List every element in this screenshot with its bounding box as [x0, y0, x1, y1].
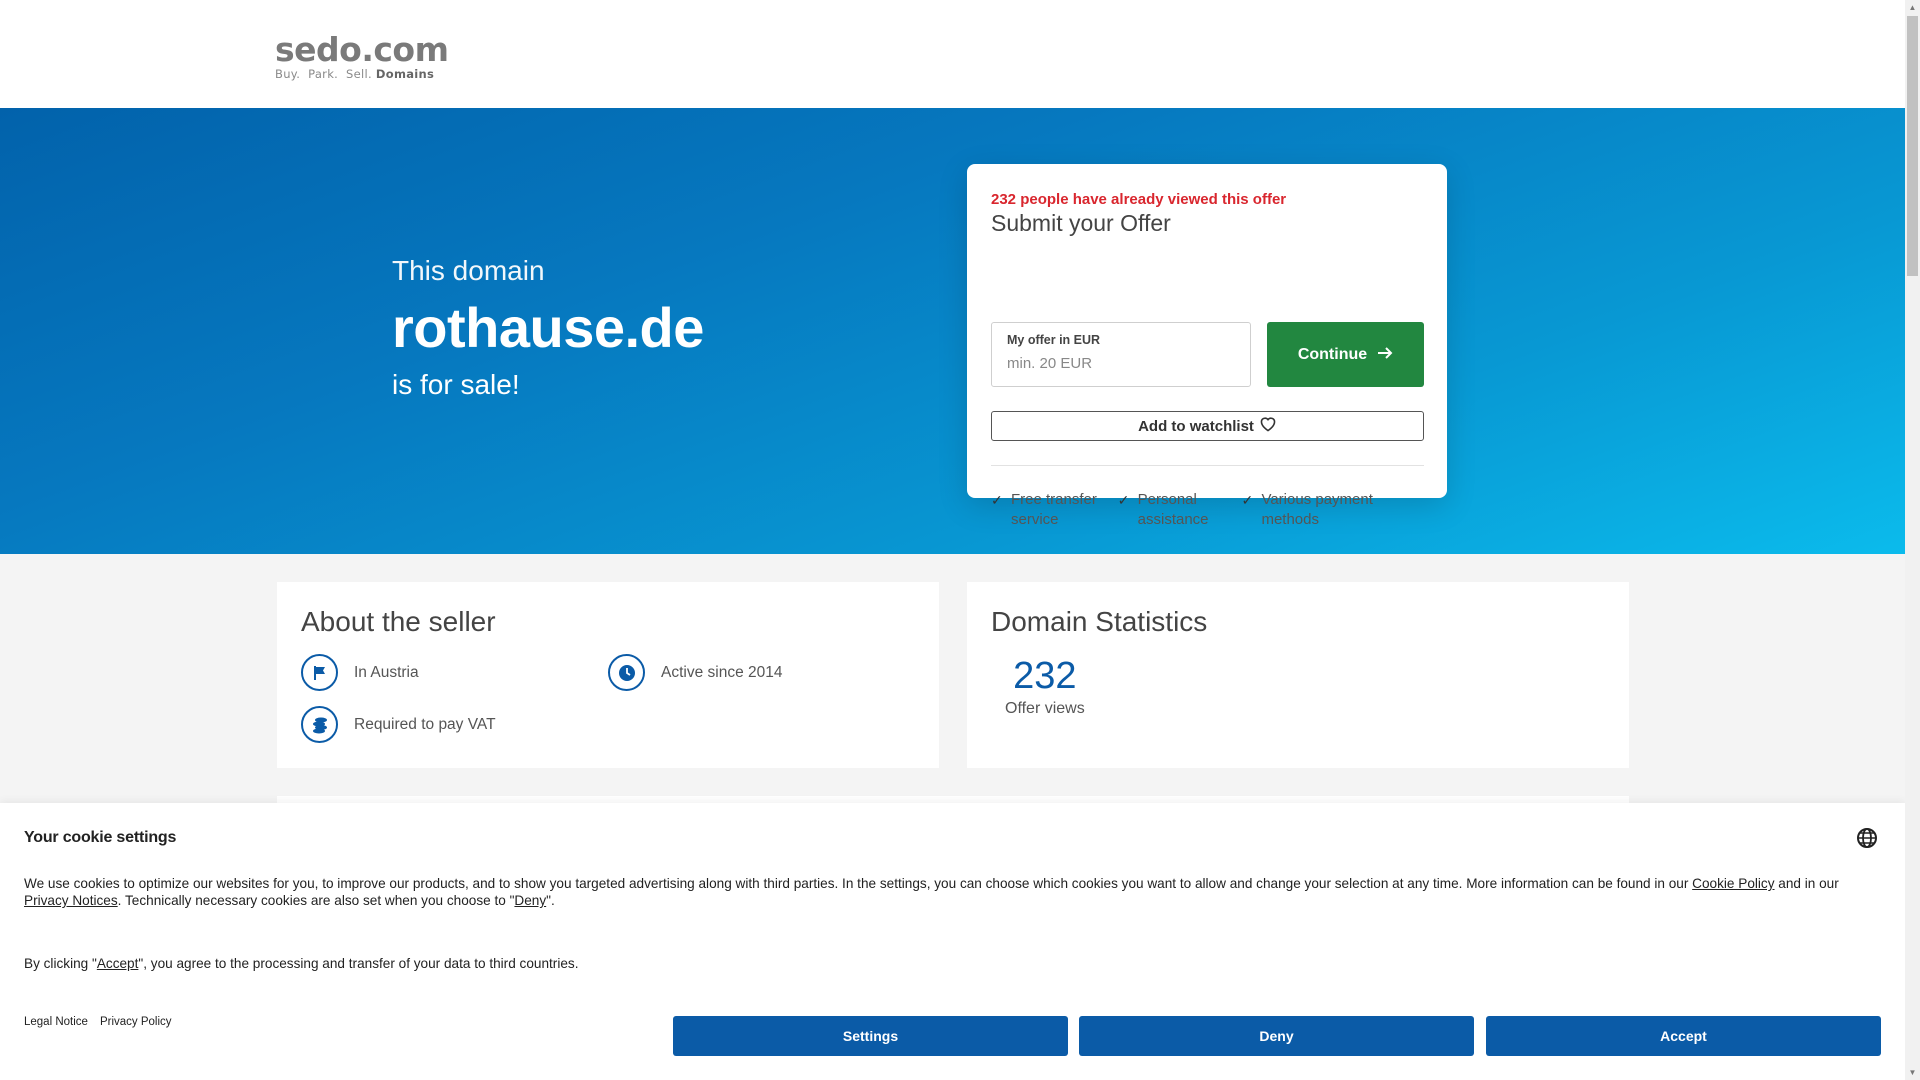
flag-icon	[301, 654, 338, 691]
accept-link[interactable]: Accept	[97, 956, 139, 971]
feature-label: Personal assistance	[1137, 491, 1209, 528]
watchlist-label: Add to watchlist	[1138, 417, 1254, 435]
coins-icon	[301, 706, 338, 743]
offer-views-count: 232	[1013, 655, 1077, 697]
seller-active-since: Active since 2014	[608, 654, 783, 691]
checkmark-icon: ✓	[1241, 492, 1254, 508]
seller-location-label: In Austria	[354, 663, 419, 681]
offer-amount-label: My offer in EUR	[1007, 333, 1101, 347]
cookie-text-part: By clicking "	[24, 956, 97, 971]
scrollbar-thumb[interactable]	[1907, 16, 1918, 276]
site-header: sedo.com Buy. Park. Sell. Domains	[0, 0, 1905, 108]
arrow-right-icon	[1377, 346, 1393, 364]
heart-icon	[1259, 416, 1277, 436]
seller-card: About the seller In Austria Active since…	[277, 582, 939, 768]
page-scrollbar[interactable]: ▲ ▼	[1905, 0, 1920, 1080]
cookie-text-part: We use cookies to optimize our websites …	[24, 876, 1693, 891]
logo-tagline-bold: Domains	[375, 67, 435, 81]
feature-list: ✓ Free transfer service ✓ Personal assis…	[991, 490, 1424, 530]
privacy-notices-link[interactable]: Privacy Notices	[24, 893, 118, 908]
offer-amount-input[interactable]	[1007, 355, 1235, 372]
cookie-text-part: ", you agree to the processing and trans…	[138, 956, 579, 971]
cookie-settings-button[interactable]: Settings	[673, 1016, 1068, 1056]
seller-location: In Austria	[301, 654, 419, 691]
legal-notice-link[interactable]: Legal Notice	[24, 1016, 88, 1028]
feature-label: Free transfer service	[1011, 491, 1097, 528]
card-divider	[991, 465, 1424, 466]
feature-item: ✓ Free transfer service	[991, 490, 1118, 530]
sedo-logo[interactable]: sedo.com Buy. Park. Sell. Domains	[275, 30, 449, 82]
domain-name: rothause.de	[392, 296, 704, 359]
views-notice: 232 people have already viewed this offe…	[991, 191, 1287, 208]
feature-item: ✓ Various payment methods	[1241, 490, 1424, 530]
seller-vat: Required to pay VAT	[301, 706, 496, 743]
cookie-policy-link[interactable]: Cookie Policy	[1692, 876, 1774, 891]
cookie-title: Your cookie settings	[24, 829, 177, 846]
cookie-accept-notice: By clicking "Accept", you agree to the p…	[24, 956, 578, 971]
stats-heading: Domain Statistics	[991, 606, 1208, 637]
hero-post-text: is for sale!	[392, 369, 520, 400]
cookie-description: We use cookies to optimize our websites …	[24, 875, 1869, 909]
scroll-down-arrow-icon[interactable]: ▼	[1905, 1065, 1920, 1080]
offer-title: Submit your Offer	[991, 210, 1171, 236]
cookie-accept-button[interactable]: Accept	[1486, 1016, 1881, 1056]
cookie-text-part: ".	[546, 893, 555, 908]
cookie-text-part: and in our	[1774, 876, 1839, 891]
domain-statistics-card: Domain Statistics 232 Offer views	[967, 582, 1629, 768]
feature-item: ✓ Personal assistance	[1118, 490, 1242, 530]
logo-wordmark: sedo.com	[275, 30, 449, 69]
globe-icon[interactable]	[1856, 827, 1878, 849]
logo-tagline: Buy. Park. Sell. Domains	[275, 67, 448, 81]
offer-views-label: Offer views	[1005, 700, 1085, 717]
continue-label: Continue	[1297, 345, 1368, 363]
scroll-up-arrow-icon[interactable]: ▲	[1905, 0, 1920, 15]
hero-text: This domain rothause.de is for sale!	[392, 253, 704, 403]
seller-vat-label: Required to pay VAT	[354, 715, 496, 733]
logo-tagline-light: Buy. Park. Sell.	[275, 67, 372, 81]
clock-icon	[608, 654, 645, 691]
offer-amount-field[interactable]: My offer in EUR	[991, 322, 1251, 387]
offer-card: 232 people have already viewed this offe…	[967, 164, 1447, 528]
add-to-watchlist-button[interactable]: Add to watchlist	[991, 411, 1424, 441]
seller-heading: About the seller	[301, 606, 496, 637]
continue-button[interactable]: Continue	[1267, 322, 1424, 387]
cookie-deny-button[interactable]: Deny	[1079, 1016, 1474, 1056]
deny-link[interactable]: Deny	[514, 893, 546, 908]
cookie-footer-links: Legal Notice Privacy Policy	[24, 1016, 172, 1028]
cookie-text-part: . Technically necessary cookies are also…	[117, 893, 515, 908]
cookie-banner: Your cookie settings We use cookies to o…	[0, 803, 1905, 1080]
hero-pre-text: This domain	[392, 255, 545, 286]
checkmark-icon: ✓	[991, 492, 1003, 508]
feature-label: Various payment methods	[1261, 491, 1373, 528]
hero-banner: This domain rothause.de is for sale! 232…	[0, 108, 1905, 554]
seller-active-label: Active since 2014	[661, 663, 783, 681]
checkmark-icon: ✓	[1117, 492, 1130, 508]
privacy-policy-link[interactable]: Privacy Policy	[100, 1016, 172, 1028]
offer-views-stat: 232 Offer views	[1005, 654, 1085, 718]
